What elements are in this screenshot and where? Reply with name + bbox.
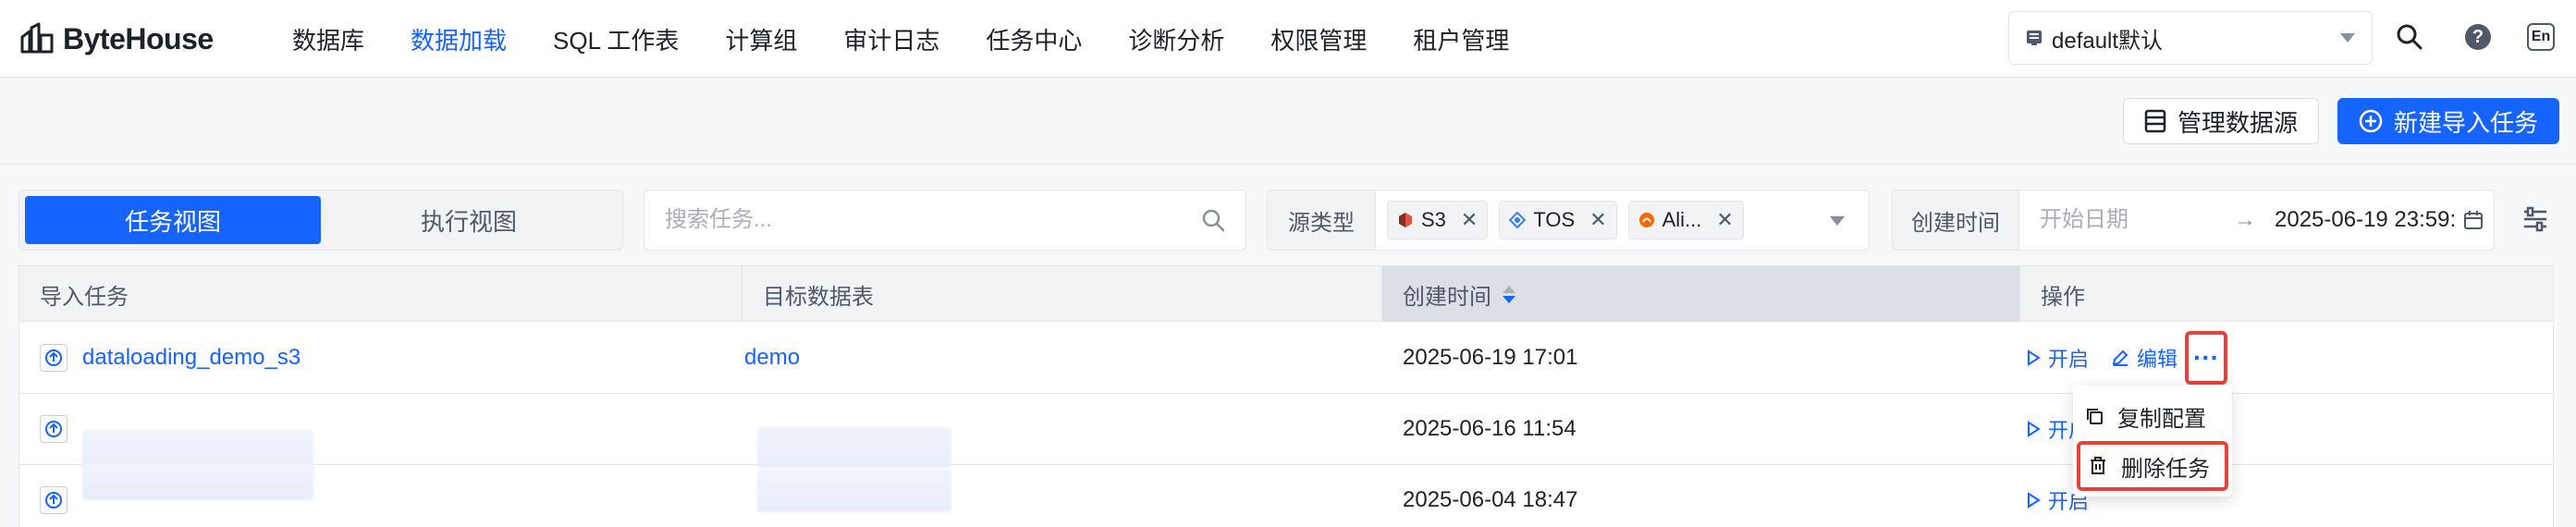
start-date-input[interactable] xyxy=(2040,207,2215,233)
calendar-icon[interactable] xyxy=(2463,210,2484,230)
manage-sources-button[interactable]: 管理数据源 xyxy=(2123,98,2320,144)
close-icon[interactable]: ✕ xyxy=(1589,208,1606,232)
tab-exec-view[interactable]: 执行视图 xyxy=(321,196,617,244)
help-icon[interactable]: ? xyxy=(2461,20,2495,54)
server-icon xyxy=(2144,109,2166,133)
source-tag-label: TOS xyxy=(1533,208,1576,231)
filter-settings-icon[interactable] xyxy=(2519,202,2552,236)
column-header-actions: 操作 xyxy=(2041,284,2085,310)
nav-item-data-loading[interactable]: 数据加载 xyxy=(411,22,507,56)
aliyun-icon xyxy=(1638,213,1654,227)
source-type-filter[interactable]: 源类型 S3 ✕ TOS ✕ Ali... ✕ xyxy=(1267,190,1870,251)
sort-icon[interactable] xyxy=(1503,285,1515,303)
brand-logo[interactable]: ByteHouse xyxy=(18,18,214,59)
source-tag-s3: S3 ✕ xyxy=(1387,201,1489,239)
divider xyxy=(0,164,2576,165)
workspace-select[interactable]: default默认 xyxy=(2008,11,2373,65)
redacted-task-name[interactable] xyxy=(82,463,313,500)
arrow-right-icon: → xyxy=(2234,207,2256,232)
source-type-label: 源类型 xyxy=(1268,190,1376,250)
play-icon xyxy=(2028,349,2041,366)
source-tag-label: Ali... xyxy=(1662,208,1702,231)
more-actions-button[interactable]: ··· xyxy=(2185,331,2228,385)
copy-icon xyxy=(2087,409,2103,424)
nav-item-permissions[interactable]: 权限管理 xyxy=(1270,22,1367,56)
target-table-link[interactable]: demo xyxy=(744,345,800,371)
tab-task-view[interactable]: 任务视图 xyxy=(25,196,321,244)
new-import-task-button[interactable]: 新建导入任务 xyxy=(2337,98,2560,144)
created-time: 2025-06-04 18:47 xyxy=(1403,487,1578,512)
close-icon[interactable]: ✕ xyxy=(1461,208,1478,232)
end-date-input[interactable] xyxy=(2275,207,2459,233)
search-icon[interactable] xyxy=(1201,208,1225,232)
created-time-filter: 创建时间 → xyxy=(1892,190,2495,251)
menu-item-label: 删除任务 xyxy=(2121,456,2210,482)
new-import-task-label: 新建导入任务 xyxy=(2394,108,2539,137)
created-time: 2025-06-16 11:54 xyxy=(1403,416,1576,441)
nav-item-database[interactable]: 数据库 xyxy=(292,22,364,56)
import-task-icon xyxy=(40,344,67,372)
column-header-task: 导入任务 xyxy=(19,266,742,322)
language-icon[interactable]: En xyxy=(2524,20,2558,54)
play-icon xyxy=(2028,492,2041,509)
menu-item-copy-config[interactable]: 复制配置 xyxy=(2073,391,2232,441)
task-search xyxy=(644,190,1246,251)
manage-sources-label: 管理数据源 xyxy=(2177,108,2299,137)
search-input[interactable] xyxy=(665,207,1201,233)
database-icon xyxy=(2027,31,2042,45)
nav-item-diagnostics[interactable]: 诊断分析 xyxy=(1128,22,1224,56)
edit-icon xyxy=(2112,349,2128,366)
table-row: dataloading_demo_s3 demo 2025-06-19 17:0… xyxy=(19,323,2553,394)
chevron-down-icon xyxy=(1830,216,1845,226)
nav-item-task-center[interactable]: 任务中心 xyxy=(986,22,1082,56)
play-icon xyxy=(2028,421,2041,437)
plus-circle-icon xyxy=(2359,109,2383,133)
import-task-icon xyxy=(40,415,67,443)
table-header: 导入任务 目标数据表 创建时间 操作 xyxy=(19,266,2553,322)
bytehouse-logo-icon xyxy=(20,22,54,54)
task-name-link[interactable]: dataloading_demo_s3 xyxy=(82,345,301,371)
redacted-target-table[interactable] xyxy=(757,427,951,468)
source-tag-label: S3 xyxy=(1421,208,1446,231)
source-tag-tos: TOS ✕ xyxy=(1499,201,1617,239)
trash-icon xyxy=(2091,457,2105,474)
menu-item-label: 复制配置 xyxy=(2117,406,2206,432)
view-toggle: 任务视图 执行视图 xyxy=(18,190,623,251)
column-header-created[interactable]: 创建时间 xyxy=(1382,266,2020,322)
language-label: En xyxy=(2527,23,2555,51)
brand-name: ByteHouse xyxy=(63,21,214,55)
created-time: 2025-06-19 17:01 xyxy=(1403,345,1578,370)
import-task-icon xyxy=(40,486,67,514)
chevron-down-icon xyxy=(2340,33,2355,43)
source-tag-ali: Ali... ✕ xyxy=(1627,201,1744,239)
nav-item-audit-log[interactable]: 审计日志 xyxy=(843,22,939,56)
tos-icon xyxy=(1509,212,1527,228)
nav-item-compute-group[interactable]: 计算组 xyxy=(725,22,797,56)
s3-icon xyxy=(1399,213,1412,227)
workspace-value: default默认 xyxy=(2052,28,2164,54)
close-icon[interactable]: ✕ xyxy=(1716,208,1733,232)
main-nav: 数据库 数据加载 SQL 工作表 计算组 审计日志 任务中心 诊断分析 权限管理… xyxy=(292,0,1555,78)
nav-item-sql-worksheet[interactable]: SQL 工作表 xyxy=(553,22,679,56)
column-header-target: 目标数据表 xyxy=(742,266,1382,322)
redacted-target-table[interactable] xyxy=(757,470,951,512)
created-time-label: 创建时间 xyxy=(1893,190,2019,250)
top-navbar: ByteHouse 数据库 数据加载 SQL 工作表 计算组 审计日志 任务中心… xyxy=(0,0,2576,78)
search-icon[interactable] xyxy=(2393,20,2426,54)
start-button[interactable]: 开启 xyxy=(2026,343,2089,373)
menu-item-delete-task[interactable]: 删除任务 xyxy=(2077,441,2228,491)
nav-item-tenant[interactable]: 租户管理 xyxy=(1413,22,1509,56)
more-actions-menu: 复制配置 删除任务 xyxy=(2073,386,2232,496)
edit-button[interactable]: 编辑 xyxy=(2111,343,2177,373)
